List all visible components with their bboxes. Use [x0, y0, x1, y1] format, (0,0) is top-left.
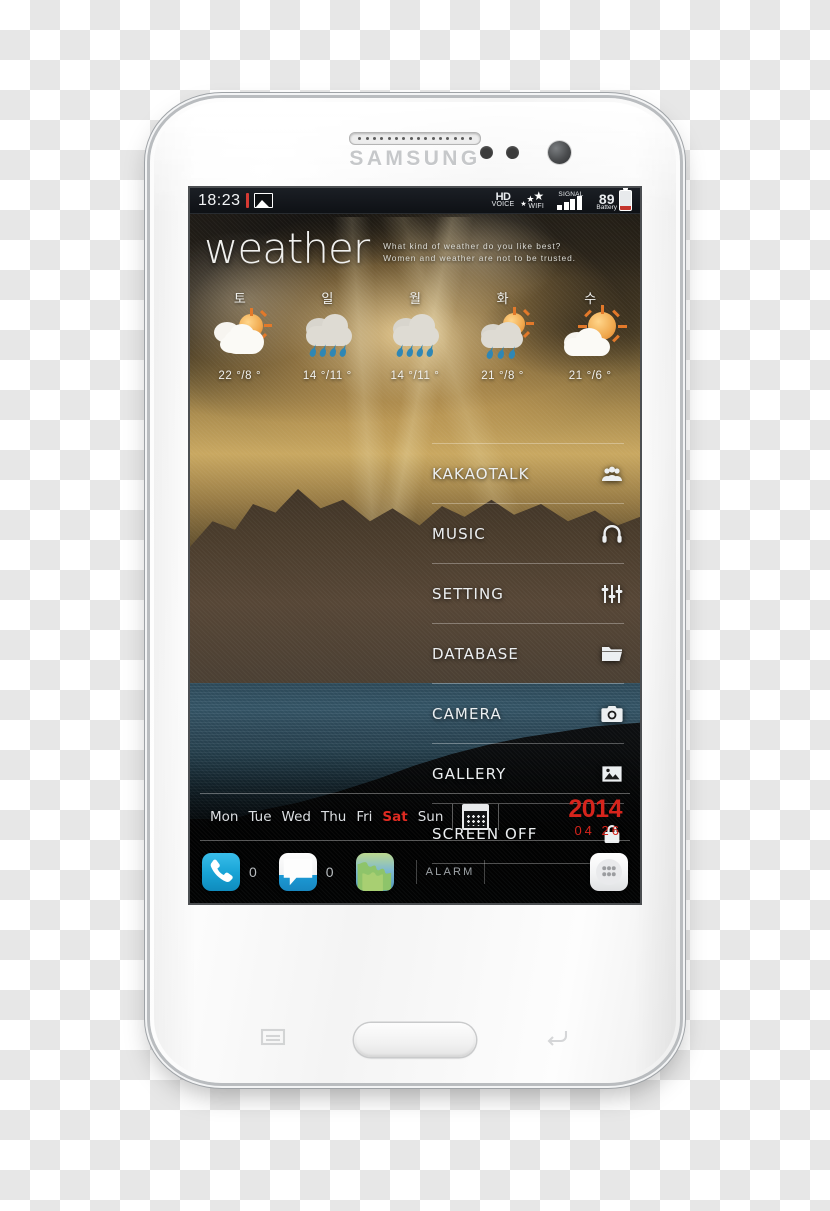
forecast-day-label: 화 — [496, 292, 509, 307]
dock-browser[interactable] — [355, 853, 394, 891]
quote-line-2: Women and weather are not to be trusted. — [383, 253, 576, 264]
dock-messages[interactable]: 0 — [278, 853, 334, 891]
menu-item-label: CAMERA — [432, 704, 502, 723]
signal-icon: SIGNAL — [556, 191, 590, 210]
forecast-day-0[interactable]: 토 22 °/8 ° — [196, 288, 284, 382]
forecast-temp: 14 °/11 ° — [302, 370, 352, 382]
forecast-day-3[interactable]: 화 21 °/8 ° — [459, 288, 547, 382]
menu-item-music[interactable]: MUSIC — [432, 503, 624, 563]
phone-device: SAMSUNG 18:23 HD VOICE ★ ★ ★ WIFI SIGNAL… — [150, 98, 680, 1083]
phone-icon[interactable] — [202, 853, 240, 891]
forecast-day-2[interactable]: 월 14 °/11 ° — [371, 288, 459, 382]
menu-key[interactable] — [260, 1027, 286, 1047]
dock-phone[interactable]: 0 — [202, 853, 257, 891]
forecast-temp: 21 °/8 ° — [481, 370, 524, 382]
alarm-label[interactable]: ALARM — [417, 866, 484, 878]
wifi-icon: ★ ★ ★ WIFI — [520, 188, 545, 210]
forecast-day-label: 일 — [321, 292, 334, 307]
alarm-divider-right — [483, 860, 485, 884]
calendar-icon[interactable] — [462, 804, 490, 830]
forecast-day-1[interactable]: 일 14 °/11 ° — [284, 288, 372, 382]
menu-item-label: MUSIC — [432, 524, 486, 543]
mostly-sunny-icon — [546, 305, 634, 368]
sliders-icon — [600, 582, 624, 606]
weekday-thu[interactable]: Thu — [321, 809, 346, 825]
weekday-sat[interactable]: Sat — [382, 809, 407, 825]
status-bar[interactable]: 18:23 HD VOICE ★ ★ ★ WIFI SIGNAL 89 Batt… — [190, 188, 640, 214]
light-sensor-icon — [506, 146, 519, 159]
camera-icon — [600, 702, 624, 726]
forecast-day-label: 월 — [409, 292, 421, 307]
samsung-logo: SAMSUNG — [349, 147, 481, 170]
forecast-temp: 21 °/6 ° — [568, 370, 612, 382]
forecast-temp: 14 °/11 ° — [390, 370, 440, 382]
proximity-sensor-icon — [480, 146, 493, 159]
status-time: 18:23 — [198, 191, 241, 209]
date-divider-left — [452, 804, 454, 830]
menu-item-label: SETTING — [432, 584, 505, 603]
weekday-fri[interactable]: Fri — [356, 809, 372, 825]
date-divider-right — [498, 804, 500, 830]
weekday-sun[interactable]: Sun — [418, 809, 444, 825]
wifi-label: WIFI — [528, 202, 544, 210]
rain-icon — [371, 310, 459, 368]
quote-line-1: What kind of weather do you like best? — [383, 241, 562, 251]
people-icon — [600, 462, 624, 486]
menu-item-label: GALLERY — [432, 764, 507, 783]
menu-item-label: KAKAOTALK — [432, 464, 530, 483]
back-key[interactable] — [544, 1027, 570, 1047]
status-bar-right: HD VOICE ★ ★ ★ WIFI SIGNAL 89 Battery — [491, 188, 632, 212]
weekday-tue[interactable]: Tue — [248, 809, 271, 825]
page-title: weather — [204, 224, 370, 273]
hd-voice-bottom: VOICE — [491, 201, 515, 209]
weather-quote: What kind of weather do you like best? W… — [383, 240, 576, 264]
forecast-day-label: 수 — [584, 292, 597, 307]
date-bar[interactable]: Mon Tue Wed Thu Fri Sat Sun 2014 04 26 — [200, 793, 630, 841]
menu-item-setting[interactable]: SETTING — [432, 563, 624, 623]
battery-label: Battery — [596, 204, 617, 212]
weekday-list[interactable]: Mon Tue Wed Thu Fri Sat Sun — [200, 809, 443, 825]
front-camera-icon — [548, 141, 571, 164]
rain-icon — [284, 310, 372, 368]
globe-icon[interactable] — [355, 853, 394, 891]
dock-bar[interactable]: 0 0 ALARM — [190, 845, 640, 899]
image-icon — [600, 762, 624, 786]
sun-rain-icon — [459, 307, 547, 368]
current-date: 2014 04 26 — [568, 795, 630, 838]
phone-badge: 0 — [249, 864, 257, 880]
messages-icon[interactable] — [278, 853, 317, 891]
phone-screen[interactable]: 18:23 HD VOICE ★ ★ ★ WIFI SIGNAL 89 Batt… — [190, 188, 640, 903]
weekday-mon[interactable]: Mon — [210, 809, 238, 825]
battery-icon: 89 Battery — [596, 188, 632, 212]
status-bar-left: 18:23 — [198, 192, 273, 210]
menu-item-label: DATABASE — [432, 644, 519, 663]
date-month-day: 04 26 — [574, 823, 622, 838]
menu-item-database[interactable]: DATABASE — [432, 623, 624, 683]
forecast-temp: 22 °/8 ° — [218, 370, 262, 382]
partly-cloudy-icon — [196, 308, 284, 368]
date-year: 2014 — [568, 795, 622, 823]
weather-header: weather What kind of weather do you like… — [190, 228, 640, 270]
forecast-day-4[interactable]: 수 21 °/6 ° — [546, 288, 634, 382]
hd-voice-icon: HD VOICE — [491, 191, 515, 209]
headphones-icon — [600, 522, 624, 546]
weekday-wed[interactable]: Wed — [282, 809, 311, 825]
app-drawer-icon[interactable] — [590, 853, 628, 891]
earpiece-speaker — [349, 132, 481, 145]
menu-item-camera[interactable]: CAMERA — [432, 683, 624, 743]
forecast-row[interactable]: 토 22 °/8 ° 일 14 °/11 ° 월 14 °/11 ° 화 21 … — [190, 288, 640, 382]
screenshot-icon — [253, 193, 273, 208]
home-button[interactable] — [354, 1023, 476, 1057]
menu-item-kakaotalk[interactable]: KAKAOTALK — [432, 443, 624, 503]
folder-icon — [600, 642, 624, 666]
forecast-day-label: 토 — [233, 292, 246, 307]
status-divider — [245, 193, 249, 208]
messages-badge: 0 — [325, 864, 334, 880]
